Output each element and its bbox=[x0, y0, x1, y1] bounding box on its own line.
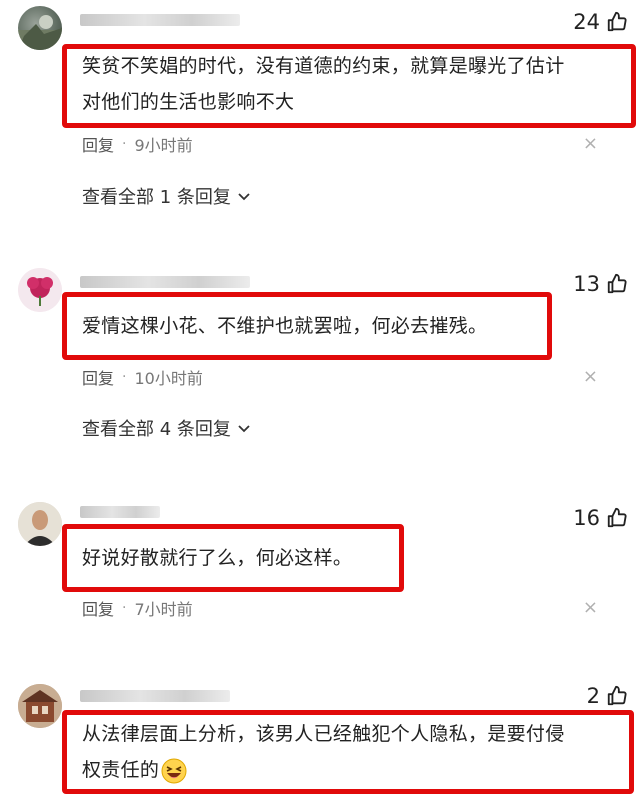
view-all-replies-button[interactable]: 查看全部 1 条回复 bbox=[82, 183, 251, 209]
comment-time: 7小时前 bbox=[134, 600, 193, 619]
like-count: 24 bbox=[573, 10, 600, 34]
comment-text: 爱情这棵小花、不维护也就罢啦，何必去摧残。 bbox=[82, 308, 487, 344]
view-all-replies-label: 查看全部 4 条回复 bbox=[82, 419, 231, 440]
like-control[interactable]: 16 bbox=[573, 506, 628, 530]
chevron-down-icon bbox=[238, 425, 250, 433]
avatar[interactable] bbox=[18, 268, 62, 312]
comment-text-line: 对他们的生活也影响不大 bbox=[82, 91, 295, 113]
meta-separator: · bbox=[122, 136, 127, 152]
avatar[interactable] bbox=[18, 684, 62, 728]
comment-time: 9小时前 bbox=[134, 136, 193, 155]
view-all-replies-label: 查看全部 1 条回复 bbox=[82, 187, 231, 208]
close-icon[interactable]: × bbox=[583, 599, 598, 617]
username-blurred[interactable] bbox=[80, 690, 230, 702]
reply-button[interactable]: 回复 bbox=[82, 596, 114, 620]
comment-meta: 回复 · 9小时前 bbox=[82, 132, 193, 156]
username-blurred[interactable] bbox=[80, 276, 250, 288]
like-count: 2 bbox=[586, 684, 600, 708]
reply-button[interactable]: 回复 bbox=[82, 365, 114, 389]
comment-time: 10小时前 bbox=[134, 369, 203, 388]
chevron-down-icon bbox=[238, 193, 250, 201]
like-count: 13 bbox=[573, 272, 600, 296]
comment-text-line: 笑贫不笑娼的时代，没有道德的约束，就算是曝光了估计 bbox=[82, 55, 565, 77]
avatar[interactable] bbox=[18, 502, 62, 546]
comment-text-line-with-emoji: 权责任的 bbox=[82, 752, 565, 788]
meta-separator: · bbox=[122, 369, 127, 385]
comment-text-line: 好说好散就行了么，何必这样。 bbox=[82, 547, 353, 569]
reply-button[interactable]: 回复 bbox=[82, 132, 114, 156]
laughing-emoji-icon bbox=[161, 758, 187, 783]
like-control[interactable]: 24 bbox=[573, 10, 628, 34]
like-control[interactable]: 13 bbox=[573, 272, 628, 296]
username-blurred[interactable] bbox=[80, 14, 240, 26]
comment-text-line: 爱情这棵小花、不维护也就罢啦，何必去摧残。 bbox=[82, 315, 488, 337]
meta-separator: · bbox=[122, 600, 127, 616]
comment-text: 从法律层面上分析，该男人已经触犯个人隐私，是要付侵 权责任的 bbox=[82, 716, 565, 788]
view-all-replies-button[interactable]: 查看全部 4 条回复 bbox=[82, 415, 251, 441]
thumbs-up-icon bbox=[607, 507, 627, 528]
avatar-image bbox=[18, 268, 62, 312]
avatar[interactable] bbox=[18, 6, 62, 50]
thumbs-up-icon bbox=[607, 685, 627, 706]
thumbs-up-icon bbox=[607, 11, 627, 32]
comment-text: 笑贫不笑娼的时代，没有道德的约束，就算是曝光了估计 对他们的生活也影响不大 bbox=[82, 48, 565, 120]
thumbs-up-icon bbox=[607, 273, 627, 294]
like-count: 16 bbox=[573, 506, 600, 530]
close-icon[interactable]: × bbox=[583, 368, 598, 386]
avatar-image bbox=[18, 502, 62, 546]
like-control[interactable]: 2 bbox=[587, 684, 628, 708]
comment-meta: 回复 · 10小时前 bbox=[82, 365, 203, 389]
avatar-image bbox=[18, 684, 62, 728]
comment-text-line: 权责任的 bbox=[82, 759, 160, 781]
avatar-image bbox=[18, 15, 62, 50]
comment-text-line: 从法律层面上分析，该男人已经触犯个人隐私，是要付侵 bbox=[82, 723, 565, 745]
comment-text: 好说好散就行了么，何必这样。 bbox=[82, 540, 352, 576]
close-icon[interactable]: × bbox=[583, 135, 598, 153]
comment-meta: 回复 · 7小时前 bbox=[82, 596, 193, 620]
username-blurred[interactable] bbox=[80, 506, 160, 518]
